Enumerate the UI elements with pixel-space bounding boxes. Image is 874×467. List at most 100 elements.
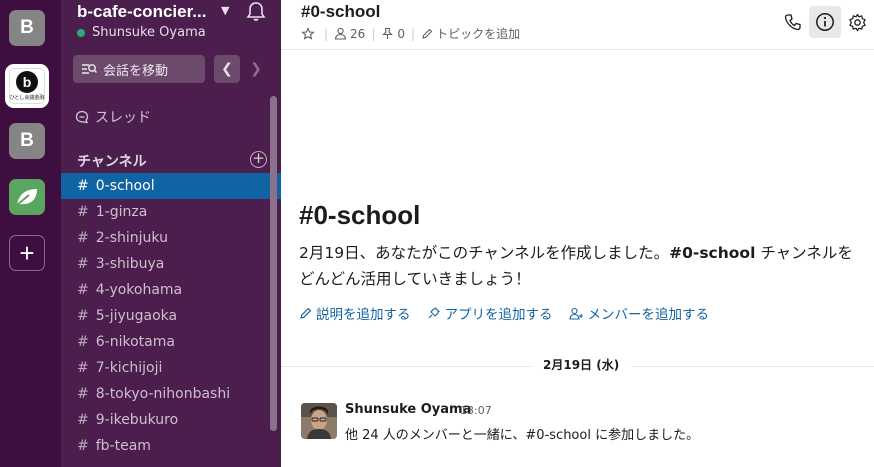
workspace-active[interactable]: b ひとし会議金融 xyxy=(5,64,49,108)
channel-name: 1-ginza xyxy=(95,204,148,220)
plug-icon xyxy=(428,307,440,319)
channel-name: 9-ikebukuro xyxy=(95,412,179,428)
date-divider[interactable]: 2月19日 (水) xyxy=(531,356,632,373)
call-button[interactable] xyxy=(777,6,809,38)
star-icon[interactable] xyxy=(301,26,315,41)
sidebar-channel-item[interactable]: #3-shibuya xyxy=(61,251,281,277)
message-timestamp[interactable]: 13:07 xyxy=(460,404,492,417)
pin-icon[interactable] xyxy=(381,27,394,40)
threads-label: スレッド xyxy=(95,110,151,126)
meta-divider: | xyxy=(371,26,376,41)
chevron-right-icon: ❯ xyxy=(250,61,262,77)
workspace-leaf[interactable] xyxy=(9,179,45,215)
workspace-b-2[interactable]: B xyxy=(9,123,45,159)
hash-icon: # xyxy=(77,412,89,428)
jump-to-label: 会話を移動 xyxy=(103,63,169,79)
avatar-image xyxy=(301,403,337,439)
channel-meta: | 26 | 0 | トピックを追加 xyxy=(301,25,520,42)
channel-list: #0-school #1-ginza #2-shinjuku #3-shibuya #4… xyxy=(61,173,281,459)
sidebar-channel-item[interactable]: #6-nikotama xyxy=(61,329,281,355)
chevron-down-icon[interactable]: ▼ xyxy=(221,4,229,17)
add-topic-link[interactable]: トピックを追加 xyxy=(436,25,520,42)
add-member-link[interactable]: メンバーを追加する xyxy=(568,303,709,323)
jump-to-button[interactable]: 会話を移動 xyxy=(73,55,205,83)
hash-icon: # xyxy=(77,308,89,324)
channel-title[interactable]: #0-school xyxy=(301,2,380,22)
details-button[interactable] xyxy=(809,6,841,38)
workspace-logo: b ひとし会議金融 xyxy=(9,68,45,104)
threads-icon xyxy=(75,110,89,124)
user-name: Shunsuke Oyama xyxy=(92,25,206,40)
add-user-icon xyxy=(568,307,583,320)
hash-icon: # xyxy=(77,438,89,454)
message-body: 他 24 人のメンバーと一緒に、#0-school に参加しました。 xyxy=(345,428,700,443)
channel-name: 7-kichijoji xyxy=(95,360,163,376)
meta-divider: | xyxy=(324,26,329,41)
settings-button[interactable] xyxy=(841,6,873,38)
sidebar-channel-item[interactable]: #0-school xyxy=(61,173,281,199)
logo-mark: b xyxy=(16,71,38,93)
hash-icon: # xyxy=(77,256,89,272)
add-channel-icon[interactable]: + xyxy=(250,151,267,168)
channel-name: 3-shibuya xyxy=(95,256,165,272)
intro-channel-name: #0-school xyxy=(669,244,756,262)
channel-name: 6-nikotama xyxy=(95,334,175,350)
info-icon xyxy=(816,13,834,31)
intro-title: #0-school xyxy=(299,200,421,230)
avatar[interactable] xyxy=(301,403,337,439)
workspace-b-1[interactable]: B xyxy=(9,10,45,46)
hash-icon: # xyxy=(77,386,89,402)
sidebar-channel-item[interactable]: #8-tokyo-nihonbashi xyxy=(61,381,281,407)
hash-icon: # xyxy=(77,230,89,246)
pinned-count[interactable]: 0 xyxy=(397,27,405,41)
hash-icon: # xyxy=(77,360,89,376)
sidebar-channel-item[interactable]: #5-jiyugaoka xyxy=(61,303,281,329)
hash-icon: # xyxy=(77,178,89,194)
sidebar-channel-item[interactable]: #7-kichijoji xyxy=(61,355,281,381)
sidebar-channel-item[interactable]: #4-yokohama xyxy=(61,277,281,303)
channel-name: 5-jiyugaoka xyxy=(95,308,178,324)
forward-button[interactable]: ❯ xyxy=(243,55,269,83)
sidebar-channel-item[interactable]: #1-ginza xyxy=(61,199,281,225)
channel-main: #0-school | 26 | 0 | トピックを追加 #0-school 2… xyxy=(281,0,874,467)
channel-name: fb-team xyxy=(95,438,151,454)
meta-divider: | xyxy=(411,26,416,41)
member-icon[interactable] xyxy=(334,27,347,40)
channel-sidebar: b-cafe-concier... ▼ Shunsuke Oyama 会話を移動… xyxy=(61,0,281,467)
intro-actions: 説明を追加する アプリを追加する メンバーを追加する xyxy=(299,303,725,323)
channels-section-title[interactable]: チャンネル xyxy=(77,151,147,171)
sidebar-channel-item[interactable]: #9-ikebukuro xyxy=(61,407,281,433)
message-author[interactable]: Shunsuke Oyama xyxy=(345,402,471,417)
intro-text: 2月19日、あなたがこのチャンネルを作成しました。#0-school チャンネル… xyxy=(299,240,859,292)
hash-icon: # xyxy=(77,204,89,220)
back-button[interactable]: ❮ xyxy=(214,55,240,83)
add-description-link[interactable]: 説明を追加する xyxy=(299,303,411,323)
team-name[interactable]: b-cafe-concier... xyxy=(77,2,206,22)
member-count[interactable]: 26 xyxy=(350,27,365,41)
channel-name: 4-yokohama xyxy=(95,282,183,298)
bell-icon[interactable] xyxy=(245,0,267,22)
add-workspace-button[interactable]: + xyxy=(9,235,45,271)
threads-link[interactable]: スレッド xyxy=(75,107,151,127)
sidebar-channel-item[interactable]: # fb-team xyxy=(61,433,281,459)
pencil-icon xyxy=(300,307,312,319)
channel-name: 2-shinjuku xyxy=(95,230,168,246)
pencil-icon xyxy=(422,28,433,39)
jump-to-icon xyxy=(82,64,97,74)
chevron-left-icon: ❮ xyxy=(221,61,233,77)
intro-text-before: 2月19日、あなたがこのチャンネルを作成しました。 xyxy=(299,244,670,262)
workspace-rail: B b ひとし会議金融 B + xyxy=(0,0,61,467)
channel-header: #0-school | 26 | 0 | トピックを追加 xyxy=(281,0,874,50)
current-user[interactable]: Shunsuke Oyama xyxy=(77,25,206,40)
channel-name: 8-tokyo-nihonbashi xyxy=(95,386,231,402)
add-app-link[interactable]: アプリを追加する xyxy=(427,303,553,323)
sidebar-channel-item[interactable]: #2-shinjuku xyxy=(61,225,281,251)
leaf-icon xyxy=(16,189,37,206)
hash-icon: # xyxy=(77,334,89,350)
gear-icon xyxy=(848,13,866,31)
channel-name: 0-school xyxy=(95,178,155,194)
presence-dot xyxy=(77,28,85,37)
logo-caption: ひとし会議金融 xyxy=(9,95,45,101)
hash-icon: # xyxy=(77,282,89,298)
sidebar-scrollbar[interactable] xyxy=(270,96,277,431)
